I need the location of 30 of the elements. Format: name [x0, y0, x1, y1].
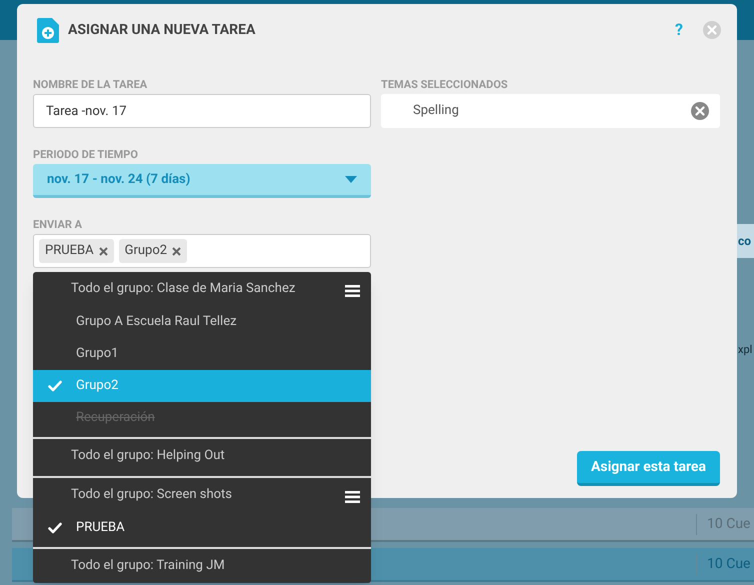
recipient-tag[interactable]: PRUEBA — [39, 239, 114, 263]
group-header-item[interactable]: Todo el grupo: Clase de Maria Sanchez — [33, 272, 371, 306]
side-text: xpl — [738, 342, 752, 358]
group-item[interactable]: PRUEBA — [33, 512, 371, 544]
group-item[interactable]: Grupo A Escuela Raul Tellez — [33, 306, 371, 338]
field-label: PERIODO DE TIEMPO — [33, 148, 139, 162]
menu-icon[interactable] — [345, 285, 360, 297]
field-label: NOMBRE DE LA TAREA — [33, 78, 148, 92]
dialog-title: ASIGNAR UNA NUEVA TAREA — [68, 20, 256, 40]
task-name-field[interactable]: Tarea -nov. 17 — [33, 94, 371, 128]
remove-icon[interactable] — [172, 246, 182, 256]
recipients-field[interactable]: PRUEBA Grupo2 — [33, 234, 371, 268]
remove-icon[interactable] — [98, 246, 108, 256]
group-header-item[interactable]: Todo el grupo: Training JM — [33, 549, 371, 583]
menu-icon[interactable] — [345, 491, 360, 503]
topic-text: Spelling — [413, 102, 459, 120]
group-item[interactable]: Grupo1 — [33, 338, 371, 370]
check-icon — [48, 522, 62, 534]
check-icon — [48, 380, 62, 392]
count-text: 10 Cue — [696, 514, 754, 534]
group-header-item[interactable]: Todo el grupo: Helping Out — [33, 439, 371, 473]
topic-field[interactable]: Spelling — [381, 94, 720, 128]
recipient-tag[interactable]: Grupo2 — [118, 239, 188, 263]
document-plus-icon — [37, 18, 59, 42]
caret-down-icon — [345, 176, 357, 183]
side-button[interactable]: co — [737, 224, 754, 258]
field-label: TEMAS SELECCIONADOS — [381, 78, 509, 92]
clear-icon[interactable] — [691, 102, 709, 120]
field-label: ENVIAR A — [33, 218, 84, 232]
count-text: 10 Cue — [696, 554, 754, 574]
